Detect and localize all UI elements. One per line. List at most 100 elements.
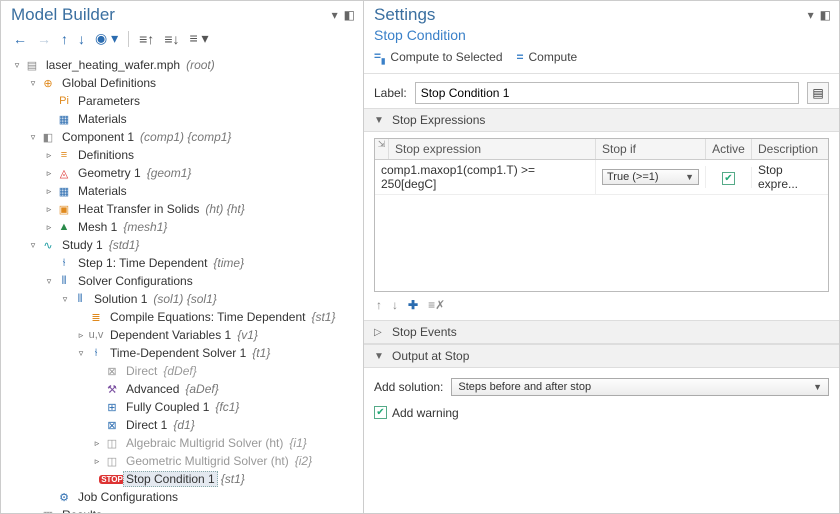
tree-node-label: Geometric Multigrid Solver (ht) [123, 453, 292, 469]
tree-node-icon: ⚒ [104, 381, 120, 397]
panel-menu-icon[interactable]: ▾ [808, 8, 814, 22]
tree-node[interactable]: ▹≣Compile Equations: Time Dependent{st1} [5, 308, 359, 326]
tree-node-label: Algebraic Multigrid Solver (ht) [123, 435, 286, 451]
tree-collapse-icon[interactable]: ▿ [43, 276, 55, 287]
tree-node-suffix: {dDef} [163, 364, 196, 378]
move-down-icon[interactable]: ↓ [392, 298, 398, 312]
tree-node[interactable]: ▹STOPStop Condition 1{st1} [5, 470, 359, 488]
stopif-combo[interactable]: True (>=1) ▼ [602, 169, 699, 185]
tree-expand-icon[interactable]: ▹ [91, 456, 103, 467]
tree-node-label: Study 1 [59, 237, 106, 253]
section-stop-events-header[interactable]: ▷ Stop Events [364, 320, 839, 344]
tree-node-icon: ◧ [40, 129, 56, 145]
show-icon[interactable]: ◉ ▾ [93, 29, 120, 48]
panel-menu-icon[interactable]: ▾ [332, 8, 338, 22]
tree-node[interactable]: ▿▤laser_heating_wafer.mph(root) [5, 56, 359, 74]
expand-icon[interactable]: ≡↓ [162, 30, 181, 48]
col-active[interactable]: Active [706, 139, 752, 159]
col-stop-expression[interactable]: Stop expression [389, 139, 596, 159]
tree-node[interactable]: ▿∿Study 1{std1} [5, 236, 359, 254]
tree-collapse-icon[interactable]: ▿ [75, 348, 87, 359]
tree-expand-icon[interactable]: ▹ [43, 204, 55, 215]
tree-expand-icon[interactable]: ▹ [43, 222, 55, 233]
table-row[interactable]: comp1.maxop1(comp1.T) >= 250[degC] True … [375, 160, 828, 195]
tree-expand-icon[interactable]: ▹ [43, 150, 55, 161]
nav-up-icon[interactable]: ↑ [59, 30, 70, 48]
add-warning-checkbox[interactable]: ✔ Add warning [374, 406, 459, 420]
tree-node[interactable]: ▹▲Mesh 1{mesh1} [5, 218, 359, 236]
col-stop-if[interactable]: Stop if [596, 139, 706, 159]
tree-collapse-icon[interactable]: ▿ [27, 132, 39, 143]
tree-node[interactable]: ▹⊠Direct 1{d1} [5, 416, 359, 434]
table-empty-area[interactable] [375, 195, 828, 291]
model-tree[interactable]: ▿▤laser_heating_wafer.mph(root)▿⊕Global … [1, 54, 363, 513]
tree-node[interactable]: ▹▥Results [5, 506, 359, 513]
active-checkbox[interactable]: ✔ [722, 172, 735, 185]
table-corner[interactable]: ⇲ [375, 139, 389, 159]
tree-node[interactable]: ▹◫Geometric Multigrid Solver (ht){i2} [5, 452, 359, 470]
tree-expand-icon[interactable]: ▹ [43, 168, 55, 179]
tree-node[interactable]: ▿⊕Global Definitions [5, 74, 359, 92]
tree-collapse-icon[interactable]: ▿ [11, 60, 23, 71]
chevron-right-icon: ▷ [374, 327, 386, 338]
tree-node-label: Global Definitions [59, 75, 159, 91]
tree-collapse-icon[interactable]: ▿ [59, 294, 71, 305]
label-input[interactable] [415, 82, 799, 104]
panel-pin-icon[interactable]: ◧ [344, 8, 355, 22]
tree-node[interactable]: ▹≡Definitions [5, 146, 359, 164]
tree-node-suffix: {v1} [237, 328, 258, 342]
tree-node-icon: ⚙ [56, 489, 72, 505]
tree-node[interactable]: ▹⚒Advanced{aDef} [5, 380, 359, 398]
add-row-icon[interactable]: ✚ [408, 298, 418, 312]
tree-expand-icon[interactable]: ▹ [27, 510, 39, 514]
tree-node[interactable]: ▹u,vDependent Variables 1{v1} [5, 326, 359, 344]
tree-expand-icon[interactable]: ▹ [91, 438, 103, 449]
collapse-icon[interactable]: ≡↑ [137, 30, 156, 48]
tree-node[interactable]: ▿◧Component 1(comp1) {comp1} [5, 128, 359, 146]
tree-collapse-icon[interactable]: ▿ [27, 240, 39, 251]
tree-node-suffix: {aDef} [185, 382, 218, 396]
tree-node-icon: ⫴ [72, 291, 88, 307]
tree-node-label: Fully Coupled 1 [123, 399, 212, 415]
tree-collapse-icon[interactable]: ▿ [27, 78, 39, 89]
col-description[interactable]: Description [752, 139, 828, 159]
nav-forward-icon[interactable]: → [35, 30, 53, 48]
tree-node-suffix: {st1} [221, 472, 245, 486]
tree-node-suffix: {st1} [311, 310, 335, 324]
cell-description[interactable]: Stop expre... [752, 160, 828, 194]
tree-node[interactable]: ▹PiParameters [5, 92, 359, 110]
compute-to-selected-button[interactable]: =▮Compute to Selected [374, 49, 503, 65]
settings-panel: Settings ▾ ◧ Stop Condition =▮Compute to… [364, 1, 839, 513]
compute-button[interactable]: =Compute [517, 50, 578, 64]
tree-node[interactable]: ▿⫮Time-Dependent Solver 1{t1} [5, 344, 359, 362]
tree-node-icon: ≡ [56, 147, 72, 163]
tree-node[interactable]: ▹⚙Job Configurations [5, 488, 359, 506]
panel-pin-icon[interactable]: ◧ [820, 8, 831, 22]
nav-down-icon[interactable]: ↓ [76, 30, 87, 48]
tree-node-label: Solution 1 [91, 291, 150, 307]
tree-node-label: Parameters [75, 93, 143, 109]
settings-title: Settings [374, 5, 435, 25]
tree-node[interactable]: ▹◬Geometry 1{geom1} [5, 164, 359, 182]
label-link-icon[interactable]: ▤ [807, 82, 829, 104]
tree-node-icon: ⫮ [88, 345, 104, 361]
delete-row-icon[interactable]: ≡✗ [428, 298, 445, 312]
tree-menu-icon[interactable]: ≡ ▾ [187, 29, 210, 48]
section-output-header[interactable]: ▼ Output at Stop [364, 344, 839, 368]
tree-node[interactable]: ▹⊠Direct{dDef} [5, 362, 359, 380]
tree-node[interactable]: ▹⊞Fully Coupled 1{fc1} [5, 398, 359, 416]
add-solution-combo[interactable]: Steps before and after stop ▼ [451, 378, 829, 396]
tree-node[interactable]: ▹⫮Step 1: Time Dependent{time} [5, 254, 359, 272]
tree-node[interactable]: ▿⫴Solver Configurations [5, 272, 359, 290]
tree-node[interactable]: ▹◫Algebraic Multigrid Solver (ht){i1} [5, 434, 359, 452]
tree-node[interactable]: ▹▦Materials [5, 110, 359, 128]
tree-expand-icon[interactable]: ▹ [75, 330, 87, 341]
tree-expand-icon[interactable]: ▹ [43, 186, 55, 197]
tree-node[interactable]: ▹▦Materials [5, 182, 359, 200]
section-stop-expressions-header[interactable]: ▼ Stop Expressions [364, 108, 839, 132]
move-up-icon[interactable]: ↑ [376, 298, 382, 312]
tree-node[interactable]: ▿⫴Solution 1(sol1) {sol1} [5, 290, 359, 308]
cell-expression[interactable]: comp1.maxop1(comp1.T) >= 250[degC] [375, 160, 596, 194]
tree-node[interactable]: ▹▣Heat Transfer in Solids(ht) {ht} [5, 200, 359, 218]
nav-back-icon[interactable]: ← [11, 30, 29, 48]
